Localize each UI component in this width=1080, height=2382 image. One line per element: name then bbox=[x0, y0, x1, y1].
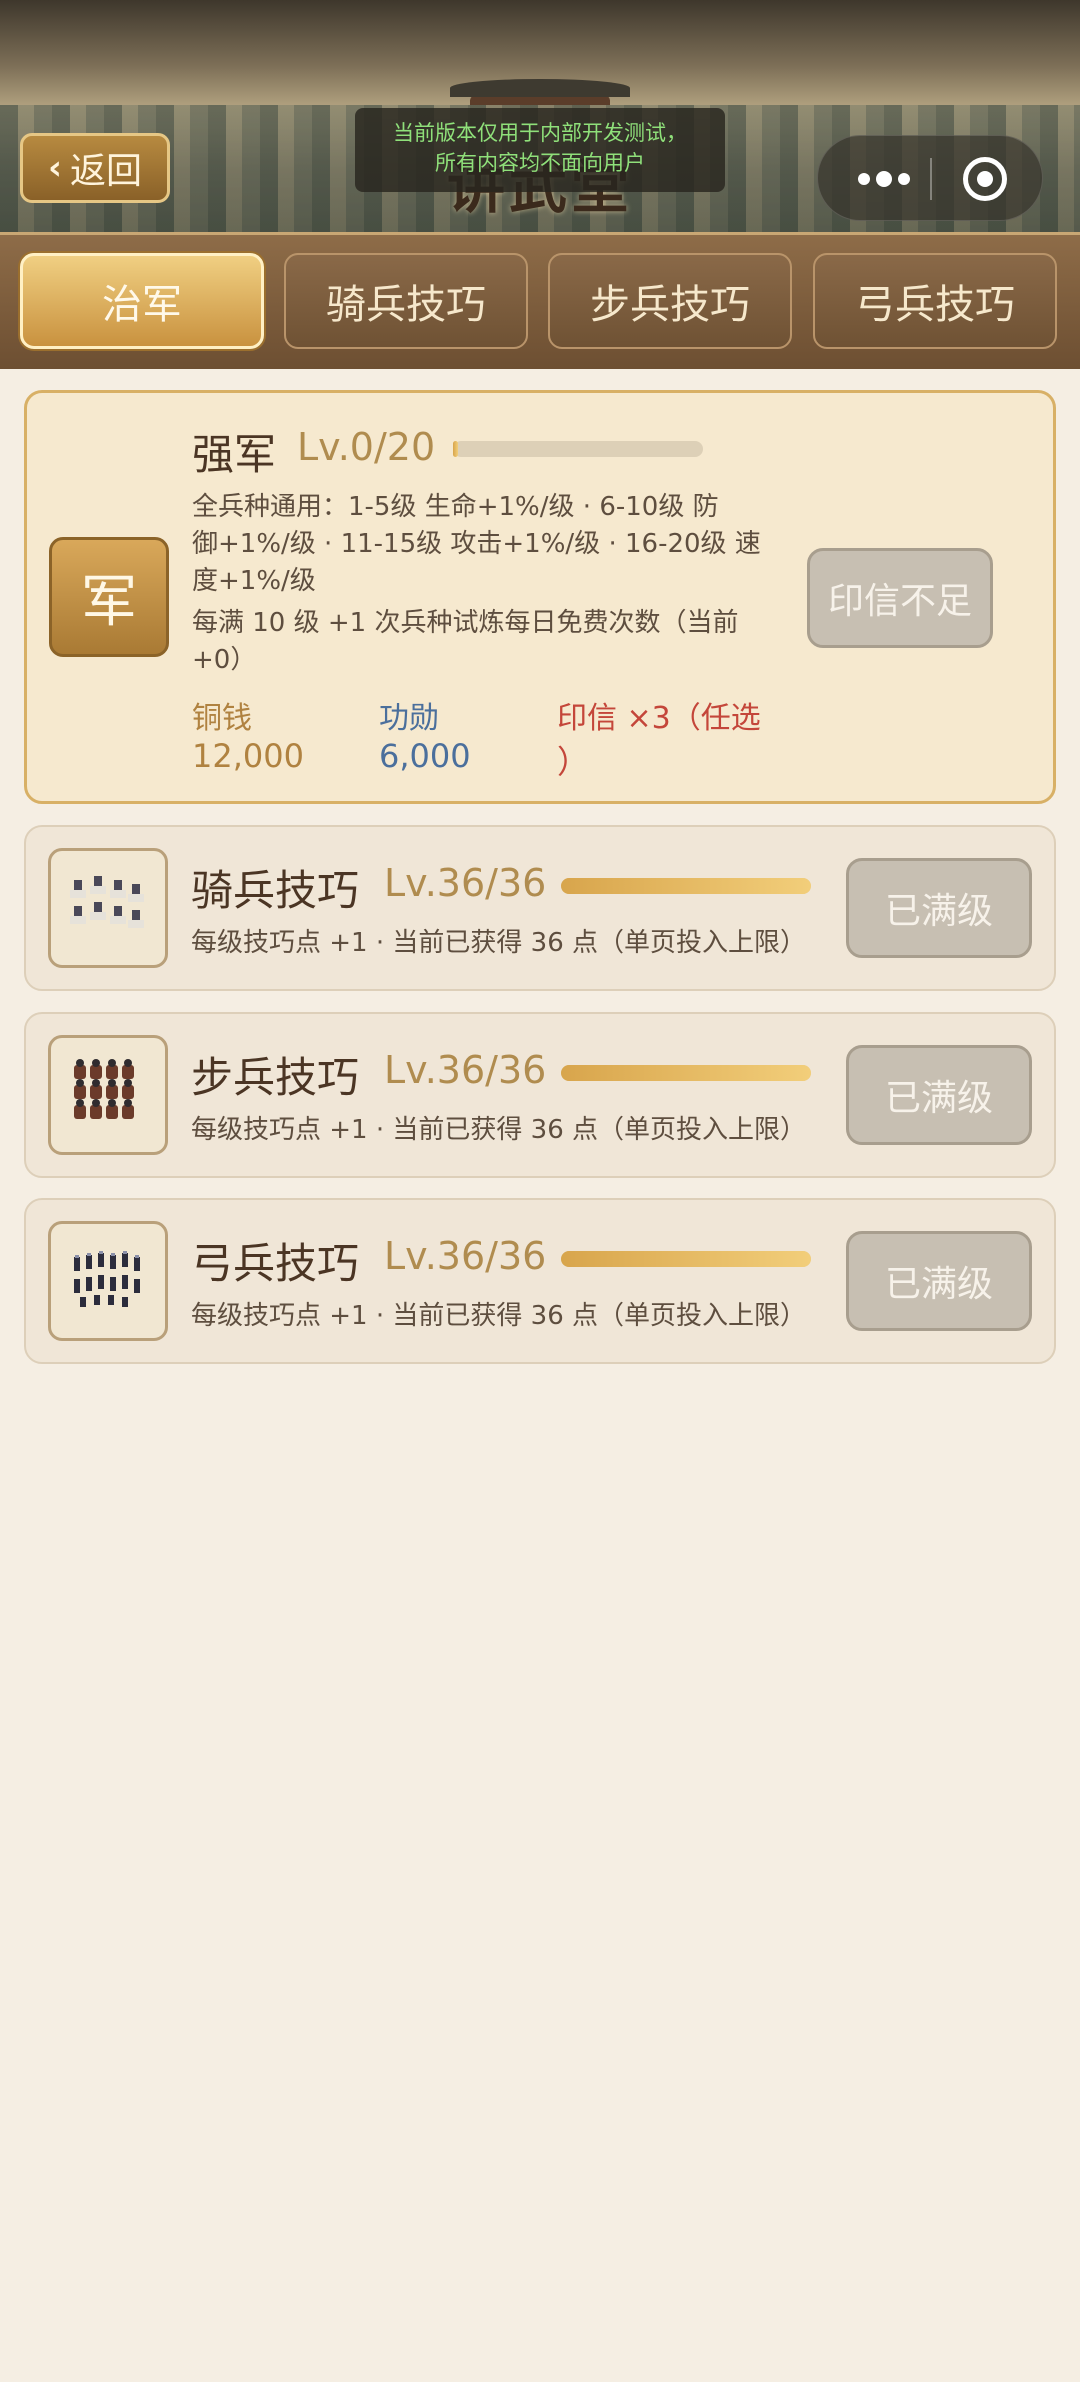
maxed-button[interactable]: 已满级 bbox=[846, 1045, 1032, 1145]
maxed-button[interactable]: 已满级 bbox=[846, 858, 1032, 958]
tab-zhijun[interactable]: 治军 bbox=[20, 253, 264, 349]
desc-line: +0） bbox=[192, 645, 257, 675]
army-badge-icon: 军 bbox=[49, 537, 169, 657]
skill-level: Lv.36/36 bbox=[384, 1234, 547, 1278]
skill-progress-bar bbox=[561, 878, 811, 894]
infantry-icon bbox=[48, 1035, 168, 1155]
cavalry-icon bbox=[48, 848, 168, 968]
cost-copper-label: 铜钱 bbox=[192, 701, 252, 736]
infantry-skill-card: 步兵技巧 Lv.36/36 每级技巧点 +1 · 当前已获得 36 点（单页投入… bbox=[24, 1012, 1056, 1178]
skill-progress-bar bbox=[561, 1251, 811, 1267]
skill-title: 步兵技巧 bbox=[191, 1053, 360, 1102]
notice-line-1: 当前版本仅用于内部开发测试， bbox=[393, 121, 687, 145]
progress-fill bbox=[561, 1251, 811, 1267]
desc-line: 御+1%/级 · 11-15级 攻击+1%/级 · 16-20级 速 bbox=[192, 529, 761, 559]
skill-title: 骑兵技巧 bbox=[191, 866, 360, 915]
desc-line: 每满 10 级 +1 次兵种试炼每日免费次数（当前 bbox=[192, 608, 739, 638]
tab-infantry[interactable]: 步兵技巧 bbox=[548, 253, 792, 349]
back-button[interactable]: ‹ 返回 bbox=[20, 133, 170, 203]
archer-skill-card: 弓兵技巧 Lv.36/36 每级技巧点 +1 · 当前已获得 36 点（单页投入… bbox=[24, 1198, 1056, 1364]
desc-line: 度+1%/级 bbox=[192, 566, 316, 596]
cost-copper-value: 12,000 bbox=[192, 737, 304, 775]
notice-line-2: 所有内容均不面向用户 bbox=[435, 151, 645, 175]
upgrade-button-insufficient[interactable]: 印信不足 bbox=[807, 548, 993, 648]
level-progress-bar bbox=[453, 441, 703, 457]
card-title: 强军 bbox=[192, 430, 277, 479]
tab-cavalry[interactable]: 骑兵技巧 bbox=[284, 253, 528, 349]
miniprogram-capsule bbox=[817, 135, 1043, 221]
cost-merit-label: 功勋 bbox=[379, 701, 439, 736]
desc-line: 全兵种通用：1-5级 生命+1%/级 · 6-10级 防 bbox=[192, 492, 719, 522]
cost-seal-suffix: ） bbox=[557, 743, 590, 781]
progress-fill bbox=[561, 1065, 811, 1081]
tab-archer[interactable]: 弓兵技巧 bbox=[813, 253, 1057, 349]
skill-level: Lv.36/36 bbox=[384, 861, 547, 905]
dev-notice: 当前版本仅用于内部开发测试， 所有内容均不面向用户 bbox=[355, 108, 725, 192]
skill-level: Lv.36/36 bbox=[384, 1048, 547, 1092]
skill-description: 每级技巧点 +1 · 当前已获得 36 点（单页投入上限） bbox=[191, 1301, 806, 1331]
skill-progress-bar bbox=[561, 1065, 811, 1081]
cavalry-skill-card: 骑兵技巧 Lv.36/36 每级技巧点 +1 · 当前已获得 36 点（单页投入… bbox=[24, 825, 1056, 991]
qiangjun-card: 军 强军 Lv.0/20 全兵种通用：1-5级 生命+1%/级 · 6-10级 … bbox=[24, 390, 1056, 804]
capsule-divider bbox=[930, 158, 932, 200]
cost-seal-label: 印信 ×3（任选 bbox=[557, 701, 761, 736]
skill-description: 每级技巧点 +1 · 当前已获得 36 点（单页投入上限） bbox=[191, 928, 806, 958]
skill-description: 每级技巧点 +1 · 当前已获得 36 点（单页投入上限） bbox=[191, 1115, 806, 1145]
skill-title: 弓兵技巧 bbox=[191, 1239, 360, 1288]
cost-merit-value: 6,000 bbox=[379, 737, 471, 775]
chevron-left-icon: ‹ bbox=[47, 148, 62, 188]
progress-fill bbox=[453, 441, 458, 457]
archer-icon bbox=[48, 1221, 168, 1341]
effect-description: 全兵种通用：1-5级 生命+1%/级 · 6-10级 防 御+1%/级 · 11… bbox=[192, 489, 782, 679]
close-target-icon[interactable] bbox=[963, 157, 1007, 201]
maxed-button[interactable]: 已满级 bbox=[846, 1231, 1032, 1331]
more-menu-icon[interactable] bbox=[846, 136, 922, 222]
progress-fill bbox=[561, 878, 811, 894]
back-label: 返回 bbox=[70, 151, 143, 192]
card-level: Lv.0/20 bbox=[297, 425, 436, 469]
tab-bar: 治军 骑兵技巧 步兵技巧 弓兵技巧 bbox=[0, 232, 1080, 369]
